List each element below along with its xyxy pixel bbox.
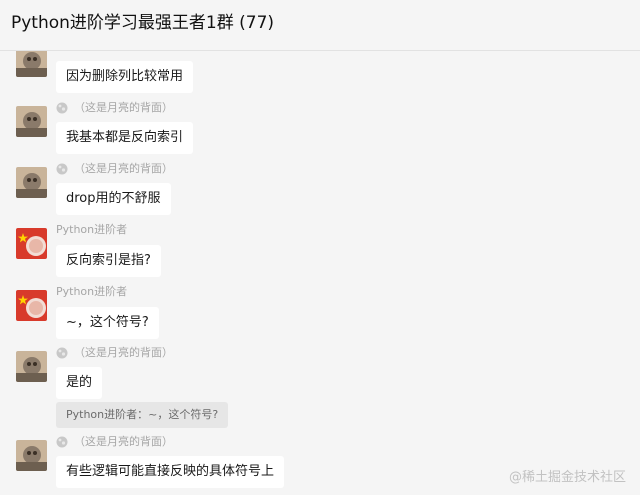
message-text: ~，这个符号? <box>66 315 149 330</box>
message-bubble: drop用的不舒服 <box>56 183 171 215</box>
moon-icon <box>56 436 68 448</box>
chat-title: Python进阶学习最强王者1群 (77) <box>11 13 275 33</box>
message-list[interactable]: 因为删除列比较常用 （这是月亮的背面） 我基本都是反向索引 （这是月亮的背面） … <box>0 51 640 495</box>
quote-text: Python进阶者：~，这个符号? <box>66 408 219 421</box>
avatar[interactable] <box>16 228 47 259</box>
sender-name: （这是月亮的背面） <box>56 162 173 176</box>
sender-name: （这是月亮的背面） <box>56 346 173 360</box>
message-bubble: 是的 <box>56 367 103 399</box>
moon-icon <box>56 347 68 359</box>
avatar[interactable] <box>16 106 47 137</box>
message-bubble: 因为删除列比较常用 <box>56 61 194 93</box>
message-text: 有些逻辑可能直接反映的具体符号上 <box>66 464 275 479</box>
moon-icon <box>56 163 68 175</box>
message-text: 是的 <box>66 375 93 390</box>
avatar[interactable] <box>16 167 47 198</box>
message-bubble: 反向索引是指? <box>56 245 161 277</box>
avatar[interactable] <box>16 440 47 471</box>
watermark: @稀土掘金技术社区 <box>508 470 626 485</box>
message-bubble: ~，这个符号? <box>56 307 159 339</box>
avatar[interactable] <box>16 290 47 321</box>
chat-header: Python进阶学习最强王者1群 (77) <box>0 0 640 51</box>
message-bubble: 我基本都是反向索引 <box>56 122 194 154</box>
sender-name: Python进阶者 <box>56 223 128 236</box>
message-text: 反向索引是指? <box>66 253 151 268</box>
avatar[interactable] <box>16 51 47 77</box>
avatar[interactable] <box>16 351 47 382</box>
message-text: drop用的不舒服 <box>66 191 161 206</box>
sender-name: （这是月亮的背面） <box>56 101 173 115</box>
message-text: 因为删除列比较常用 <box>66 69 184 84</box>
message-text: 我基本都是反向索引 <box>66 130 184 145</box>
sender-name: （这是月亮的背面） <box>56 435 173 449</box>
quoted-message[interactable]: Python进阶者：~，这个符号? <box>56 402 229 428</box>
message-bubble: 有些逻辑可能直接反映的具体符号上 <box>56 456 285 488</box>
sender-name: Python进阶者 <box>56 285 128 298</box>
moon-icon <box>56 102 68 114</box>
